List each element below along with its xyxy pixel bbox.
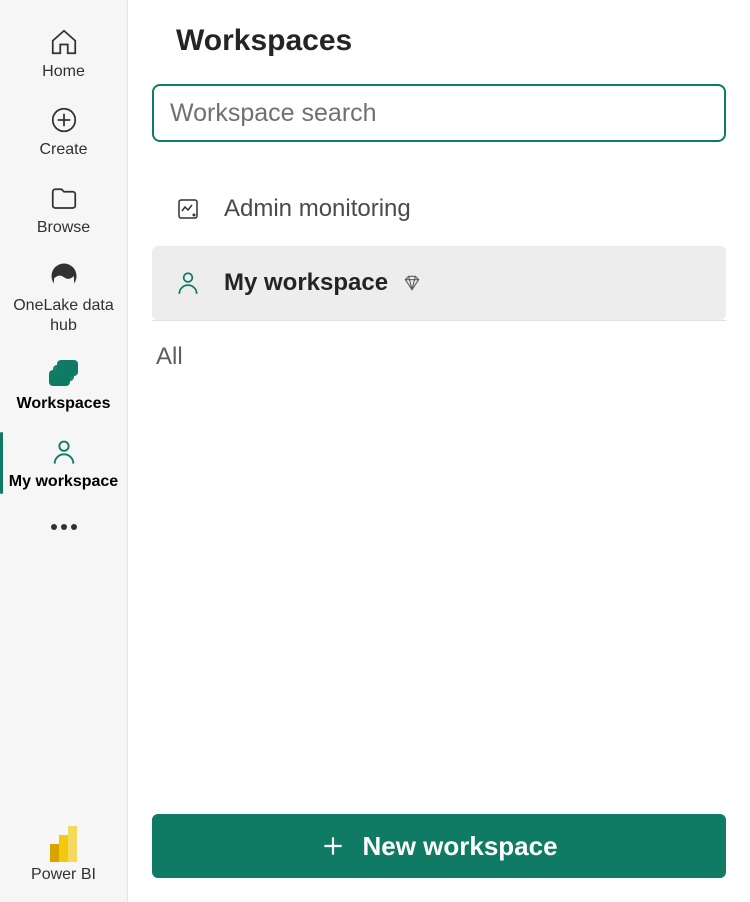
nav-workspaces[interactable]: Workspaces — [0, 346, 127, 424]
new-workspace-button[interactable]: New workspace — [152, 814, 726, 878]
panel-title: Workspaces — [152, 24, 726, 58]
monitoring-icon — [174, 195, 202, 223]
workspaces-icon — [48, 358, 80, 390]
home-icon — [48, 26, 80, 58]
person-icon — [48, 436, 80, 468]
nav-browse[interactable]: Browse — [0, 170, 127, 248]
person-icon — [174, 269, 202, 297]
workspace-item-label: Admin monitoring — [224, 195, 411, 223]
section-all-label: All — [152, 343, 726, 371]
create-icon — [48, 104, 80, 136]
workspace-list: Admin monitoring My workspace — [152, 172, 726, 321]
powerbi-icon — [50, 826, 78, 862]
workspace-item-label: My workspace — [224, 269, 388, 297]
more-icon — [51, 524, 57, 530]
workspaces-panel: Workspaces Admin monitoring My works — [128, 0, 750, 902]
nav-label: My workspace — [9, 472, 118, 492]
plus-icon — [320, 833, 346, 859]
workspace-item-my-workspace[interactable]: My workspace — [152, 246, 726, 320]
nav-label: Create — [39, 140, 87, 160]
nav-label: Workspaces — [17, 394, 111, 414]
nav-home[interactable]: Home — [0, 14, 127, 92]
nav-label: OneLake data hub — [4, 296, 123, 336]
nav-label: Browse — [37, 218, 90, 238]
nav-create[interactable]: Create — [0, 92, 127, 170]
workspace-search-input[interactable] — [152, 84, 726, 142]
nav-label: Home — [42, 62, 85, 82]
left-nav-sidebar: Home Create Browse OneLake data hub — [0, 0, 128, 902]
new-workspace-label: New workspace — [362, 831, 557, 862]
brand-powerbi[interactable]: Power BI — [0, 826, 127, 902]
nav-my-workspace[interactable]: My workspace — [0, 424, 127, 502]
brand-label: Power BI — [31, 866, 96, 884]
onelake-icon — [48, 260, 80, 292]
nav-onelake[interactable]: OneLake data hub — [0, 248, 127, 346]
nav-more[interactable] — [0, 502, 127, 552]
folder-icon — [48, 182, 80, 214]
workspace-item-admin-monitoring[interactable]: Admin monitoring — [152, 172, 726, 246]
diamond-icon — [402, 273, 422, 293]
workspace-search-wrap — [152, 84, 726, 142]
